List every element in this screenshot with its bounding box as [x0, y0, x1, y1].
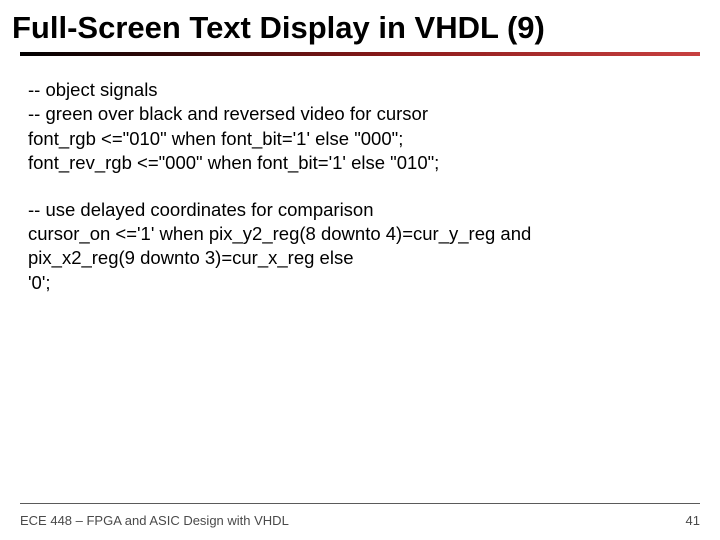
code-line: -- object signals — [28, 78, 692, 102]
code-line: font_rev_rgb <="000" when font_bit='1' e… — [28, 151, 692, 175]
code-line: font_rgb <="010" when font_bit='1' else … — [28, 127, 692, 151]
footer: ECE 448 – FPGA and ASIC Design with VHDL… — [20, 513, 700, 528]
code-line: -- use delayed coordinates for compariso… — [28, 198, 692, 222]
code-line: pix_x2_reg(9 downto 3)=cur_x_reg else — [28, 246, 692, 270]
slide: Full-Screen Text Display in VHDL (9) -- … — [0, 0, 720, 540]
code-line: '0'; — [28, 271, 692, 295]
slide-title: Full-Screen Text Display in VHDL (9) — [0, 0, 720, 46]
code-line: cursor_on <='1' when pix_y2_reg(8 downto… — [28, 222, 692, 246]
spacer — [28, 176, 692, 198]
footer-page-number: 41 — [686, 513, 700, 528]
footer-rule — [20, 503, 700, 504]
footer-course: ECE 448 – FPGA and ASIC Design with VHDL — [20, 513, 289, 528]
slide-body: -- object signals -- green over black an… — [0, 56, 720, 295]
code-line: -- green over black and reversed video f… — [28, 102, 692, 126]
